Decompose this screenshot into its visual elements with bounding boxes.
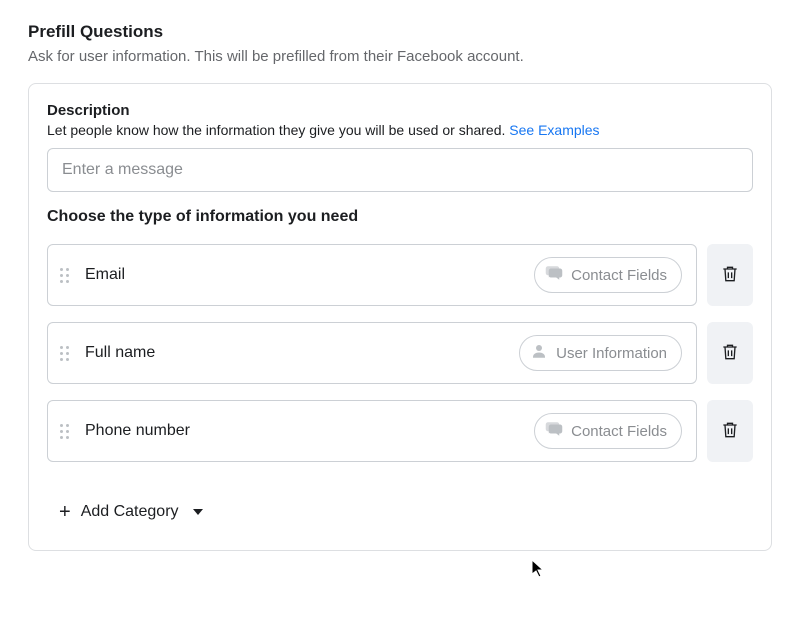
field-box: Phone number Contact Fields	[47, 400, 697, 462]
prefill-card: Description Let people know how the info…	[28, 83, 772, 551]
choose-type-label: Choose the type of information you need	[47, 208, 753, 226]
category-pill-label: User Information	[556, 345, 667, 362]
description-help-text: Let people know how the information they…	[47, 122, 505, 138]
see-examples-link[interactable]: See Examples	[509, 122, 599, 138]
speech-bubble-icon	[545, 420, 563, 442]
delete-field-button[interactable]	[707, 244, 753, 306]
category-pill: Contact Fields	[534, 257, 682, 293]
category-pill-label: Contact Fields	[571, 423, 667, 440]
page-subtitle: Ask for user information. This will be p…	[28, 48, 772, 65]
field-name: Full name	[85, 344, 519, 362]
delete-field-button[interactable]	[707, 322, 753, 384]
description-help: Let people know how the information they…	[47, 122, 753, 138]
field-box: Email Contact Fields	[47, 244, 697, 306]
field-box: Full name User Information	[47, 322, 697, 384]
field-row: Full name User Information	[47, 322, 753, 384]
field-row: Email Contact Fields	[47, 244, 753, 306]
category-pill: User Information	[519, 335, 682, 371]
page-title: Prefill Questions	[28, 22, 772, 42]
trash-icon	[720, 264, 740, 287]
description-label: Description	[47, 102, 753, 119]
add-category-button[interactable]: + Add Category	[55, 496, 207, 528]
drag-handle-icon[interactable]	[60, 346, 69, 361]
trash-icon	[720, 420, 740, 443]
drag-handle-icon[interactable]	[60, 424, 69, 439]
user-icon	[530, 342, 548, 364]
delete-field-button[interactable]	[707, 400, 753, 462]
trash-icon	[720, 342, 740, 365]
drag-handle-icon[interactable]	[60, 268, 69, 283]
speech-bubble-icon	[545, 264, 563, 286]
category-pill: Contact Fields	[534, 413, 682, 449]
field-name: Phone number	[85, 422, 534, 440]
plus-icon: +	[59, 502, 71, 522]
field-row: Phone number Contact Fields	[47, 400, 753, 462]
description-input[interactable]	[47, 148, 753, 192]
field-name: Email	[85, 266, 534, 284]
mouse-cursor-icon	[531, 559, 547, 579]
add-category-label: Add Category	[81, 503, 179, 521]
category-pill-label: Contact Fields	[571, 267, 667, 284]
chevron-down-icon	[193, 509, 203, 515]
